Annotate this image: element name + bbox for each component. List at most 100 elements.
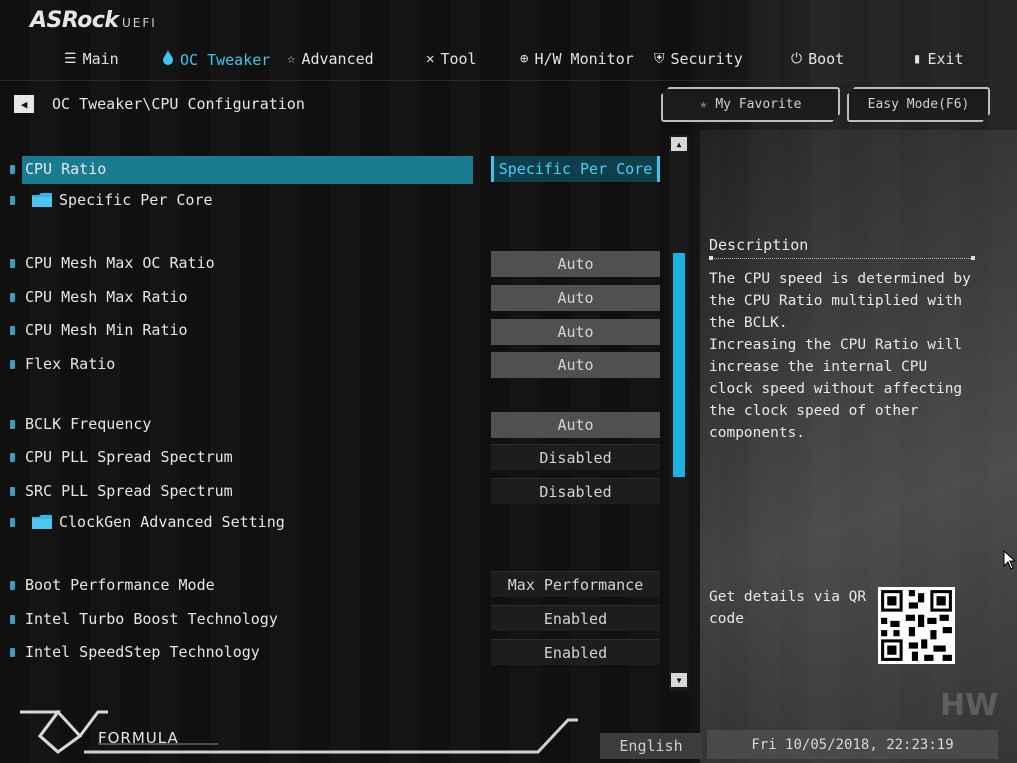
scroll-up-button[interactable]: ▲ bbox=[671, 137, 687, 151]
arrow-up-icon: ▲ bbox=[676, 139, 682, 149]
star-icon: ★ bbox=[699, 97, 708, 112]
setting-flex-ratio[interactable]: Flex Ratio bbox=[0, 351, 480, 379]
bclk-frequency-value[interactable]: Auto bbox=[491, 412, 660, 438]
bullet-icon bbox=[10, 581, 15, 590]
boot-performance-mode-value[interactable]: Max Performance bbox=[491, 571, 660, 597]
cpu-ratio-value[interactable]: Specific Per Core bbox=[491, 156, 660, 182]
asrock-logo: ASRock bbox=[30, 8, 119, 33]
setting-label: CPU Mesh Min Ratio bbox=[25, 321, 188, 339]
breadcrumb: OC Tweaker\CPU Configuration bbox=[52, 95, 305, 113]
intel-speedstep-value[interactable]: Enabled bbox=[491, 639, 660, 665]
flex-ratio-value[interactable]: Auto bbox=[491, 352, 660, 378]
bullet-icon bbox=[10, 487, 15, 496]
my-favorite-button[interactable]: ★ My Favorite bbox=[661, 87, 840, 122]
qr-caption: Get details via QR code bbox=[709, 589, 867, 627]
tab-exit[interactable]: ▮ Exit bbox=[913, 50, 964, 68]
tab-boot-label: Boot bbox=[808, 50, 845, 68]
tab-security[interactable]: ⛨ Security bbox=[654, 50, 743, 68]
list-icon: ☰ bbox=[64, 51, 77, 67]
bullet-icon bbox=[10, 326, 15, 335]
setting-label: BCLK Frequency bbox=[25, 415, 152, 433]
description-body: The CPU speed is determined by the CPU R… bbox=[709, 271, 971, 441]
cpu-pll-spread-spectrum-value[interactable]: Disabled bbox=[491, 444, 660, 470]
setting-cpu-mesh-max-oc-ratio[interactable]: CPU Mesh Max OC Ratio bbox=[0, 250, 480, 278]
cpu-mesh-max-oc-ratio-value[interactable]: Auto bbox=[491, 251, 660, 277]
tab-oc-tweaker[interactable]: OC Tweaker bbox=[162, 50, 270, 69]
formula-label: FORMULA bbox=[98, 729, 179, 747]
cpu-mesh-min-ratio-value[interactable]: Auto bbox=[491, 319, 660, 345]
submenu-specific-per-core[interactable]: Specific Per Core bbox=[0, 187, 480, 215]
submenu-clockgen-advanced-setting[interactable]: ClockGen Advanced Setting bbox=[0, 509, 480, 537]
tab-boot[interactable]: ⏻ Boot bbox=[791, 50, 844, 68]
scroll-down-button[interactable]: ▼ bbox=[671, 673, 687, 687]
flame-icon bbox=[162, 50, 174, 69]
power-icon: ⏻ bbox=[791, 51, 803, 67]
bullet-icon bbox=[10, 293, 15, 302]
setting-intel-speedstep[interactable]: Intel SpeedStep Technology bbox=[0, 639, 480, 667]
tab-hw-monitor[interactable]: ⊕ H/W Monitor bbox=[520, 50, 634, 68]
tab-main[interactable]: ☰ Main bbox=[64, 50, 119, 68]
setting-cpu-mesh-max-ratio[interactable]: CPU Mesh Max Ratio bbox=[0, 284, 480, 312]
setting-boot-performance-mode[interactable]: Boot Performance Mode bbox=[0, 572, 480, 600]
shield-icon: ⛨ bbox=[654, 51, 665, 67]
src-pll-spread-spectrum-value[interactable]: Disabled bbox=[491, 478, 660, 504]
tab-oc-tweaker-label: OC Tweaker bbox=[180, 50, 271, 69]
setting-cpu-ratio[interactable]: CPU Ratio bbox=[0, 156, 480, 184]
bullet-icon bbox=[10, 615, 15, 624]
setting-label: CPU PLL Spread Spectrum bbox=[25, 448, 233, 466]
tab-security-label: Security bbox=[670, 50, 743, 68]
bullet-icon bbox=[10, 360, 15, 369]
language-button[interactable]: English bbox=[600, 733, 702, 759]
tab-main-label: Main bbox=[82, 50, 119, 68]
folder-icon bbox=[32, 515, 52, 529]
easy-mode-button[interactable]: Easy Mode(F6) bbox=[847, 87, 990, 122]
setting-label: Flex Ratio bbox=[25, 355, 116, 373]
folder-icon bbox=[32, 193, 52, 207]
bullet-icon bbox=[10, 648, 15, 657]
setting-label: Boot Performance Mode bbox=[25, 576, 215, 594]
datetime-display: Fri 10/05/2018, 22:23:19 bbox=[707, 730, 998, 759]
back-arrow-icon: ◀ bbox=[20, 97, 28, 111]
setting-cpu-mesh-min-ratio[interactable]: CPU Mesh Min Ratio bbox=[0, 317, 480, 345]
mouse-cursor-icon bbox=[1003, 550, 1017, 570]
setting-label: Specific Per Core bbox=[59, 191, 213, 209]
bullet-icon bbox=[10, 259, 15, 268]
setting-label: CPU Mesh Max OC Ratio bbox=[25, 254, 215, 272]
setting-intel-turbo-boost[interactable]: Intel Turbo Boost Technology bbox=[0, 606, 480, 634]
star-icon: ☆ bbox=[287, 51, 296, 67]
back-button[interactable]: ◀ bbox=[14, 95, 34, 113]
description-title: Description bbox=[709, 236, 809, 254]
bullet-icon bbox=[10, 453, 15, 462]
setting-src-pll-spread-spectrum[interactable]: SRC PLL Spread Spectrum bbox=[0, 478, 480, 506]
bullet-icon bbox=[10, 420, 15, 429]
arrow-down-icon: ▼ bbox=[676, 675, 682, 685]
bullet-icon bbox=[10, 518, 15, 527]
setting-bclk-frequency[interactable]: BCLK Frequency bbox=[0, 411, 480, 439]
watermark: HW bbox=[940, 688, 999, 723]
tab-tool-label: Tool bbox=[440, 50, 477, 68]
setting-cpu-pll-spread-spectrum[interactable]: CPU PLL Spread Spectrum bbox=[0, 444, 480, 472]
cpu-mesh-max-ratio-value[interactable]: Auto bbox=[491, 285, 660, 311]
setting-label: ClockGen Advanced Setting bbox=[59, 513, 285, 531]
setting-label: CPU Mesh Max Ratio bbox=[25, 288, 188, 306]
my-favorite-label: My Favorite bbox=[715, 97, 802, 112]
background-panel bbox=[700, 130, 1017, 763]
intel-turbo-boost-value[interactable]: Enabled bbox=[491, 605, 660, 631]
setting-label: Intel Turbo Boost Technology bbox=[25, 610, 278, 628]
tab-hw-monitor-label: H/W Monitor bbox=[534, 50, 634, 68]
exit-icon: ▮ bbox=[913, 51, 922, 67]
top-nav: ☰ Main OC Tweaker ☆ Advanced ✕ Tool ⊕ H/W Mo… bbox=[0, 44, 1017, 80]
tab-advanced-label: Advanced bbox=[301, 50, 374, 68]
tools-icon: ✕ bbox=[426, 51, 435, 67]
bullet-icon bbox=[10, 165, 15, 174]
description-divider bbox=[709, 256, 975, 260]
bullet-icon bbox=[10, 196, 15, 205]
qr-code-icon bbox=[878, 587, 955, 664]
tab-advanced[interactable]: ☆ Advanced bbox=[287, 50, 374, 68]
setting-label: SRC PLL Spread Spectrum bbox=[25, 482, 233, 500]
setting-label: Intel SpeedStep Technology bbox=[25, 643, 260, 661]
setting-label: CPU Ratio bbox=[25, 160, 107, 178]
scrollbar-thumb[interactable] bbox=[673, 253, 685, 477]
tab-tool[interactable]: ✕ Tool bbox=[426, 50, 477, 68]
easy-mode-label: Easy Mode(F6) bbox=[867, 97, 970, 112]
